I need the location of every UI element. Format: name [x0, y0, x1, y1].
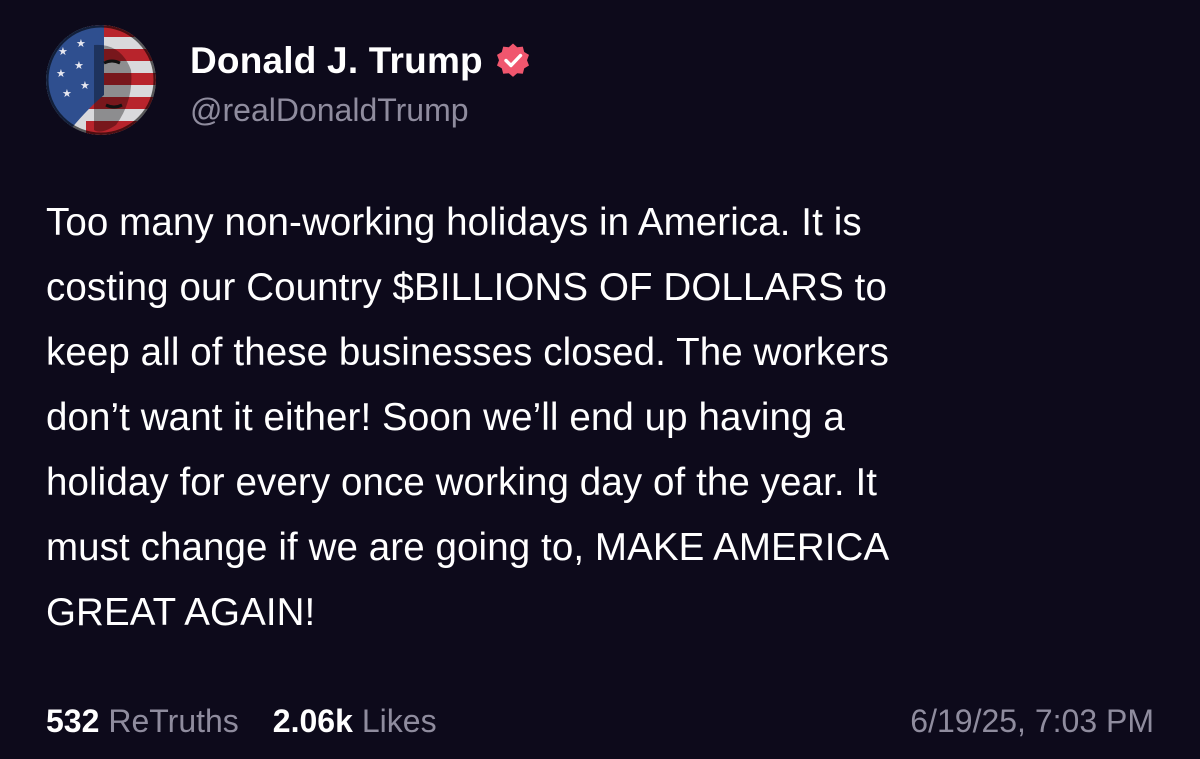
post-text: Too many non-working holidays in America… — [46, 201, 890, 634]
display-name[interactable]: Donald J. Trump — [190, 40, 483, 82]
retruths-label: ReTruths — [108, 703, 239, 739]
likes-stat[interactable]: 2.06k Likes — [273, 703, 437, 740]
retruths-count: 532 — [46, 703, 100, 739]
svg-text:★: ★ — [80, 79, 90, 92]
svg-text:★: ★ — [56, 67, 66, 80]
retruths-stat[interactable]: 532 ReTruths — [46, 703, 239, 740]
likes-label: Likes — [361, 703, 437, 739]
post-stats: 532 ReTruths 2.06k Likes — [46, 703, 471, 740]
svg-text:★: ★ — [76, 37, 86, 50]
avatar-image: ★ ★ ★ ★ ★ ★ — [46, 25, 156, 135]
svg-text:★: ★ — [62, 87, 72, 100]
likes-count: 2.06k — [272, 703, 353, 739]
svg-text:★: ★ — [74, 59, 84, 72]
avatar[interactable]: ★ ★ ★ ★ ★ ★ — [46, 25, 156, 135]
name-row: Donald J. Trump — [190, 36, 532, 86]
user-handle[interactable]: @realDonaldTrump — [190, 92, 532, 129]
author-block: Donald J. Trump @realDonaldTrump — [190, 36, 532, 129]
truth-post: ★ ★ ★ ★ ★ ★ Donald J. Trump @realDonaldT… — [0, 0, 1200, 759]
verified-badge-icon — [494, 42, 532, 80]
post-timestamp[interactable]: 6/19/25, 7:03 PM — [910, 703, 1154, 740]
